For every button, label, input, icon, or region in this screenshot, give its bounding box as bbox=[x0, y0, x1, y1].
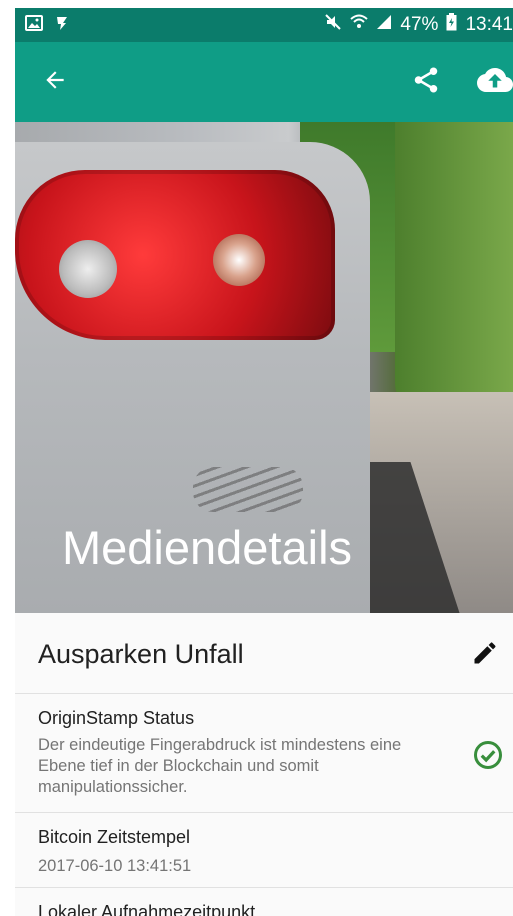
detail-value: 2017-06-10 13:41:51 bbox=[38, 857, 192, 875]
detail-label: Bitcoin Zeitstempel bbox=[38, 827, 191, 847]
detail-bitcoin-timestamp: Bitcoin Zeitstempel 2017-06-10 13:41:51 bbox=[15, 813, 513, 888]
mute-icon bbox=[324, 13, 342, 37]
edit-name-button[interactable] bbox=[467, 637, 503, 673]
detail-label: OriginStamp Status bbox=[38, 708, 195, 728]
media-name-row: Ausparken Unfall bbox=[15, 613, 513, 694]
signal-icon bbox=[376, 14, 392, 36]
app-frame: 47% 13:41 Mediendetails Ausparken Unfall… bbox=[15, 8, 513, 916]
battery-percent: 47% bbox=[400, 14, 439, 35]
image-icon bbox=[25, 15, 43, 36]
check-circle-icon bbox=[473, 740, 503, 770]
detail-label: Lokaler Aufnahmezeitpunkt bbox=[38, 902, 256, 916]
notification-icon bbox=[55, 15, 69, 36]
upload-button[interactable] bbox=[475, 62, 513, 102]
media-name: Ausparken Unfall bbox=[38, 639, 244, 669]
page-title: Mediendetails bbox=[62, 521, 353, 574]
cloud-upload-icon bbox=[477, 66, 513, 99]
back-button[interactable] bbox=[35, 62, 75, 102]
app-bar bbox=[15, 42, 513, 122]
share-icon bbox=[411, 65, 441, 100]
wifi-icon bbox=[350, 14, 369, 36]
status-bar: 47% 13:41 bbox=[15, 8, 513, 42]
detail-local-capture-time: Lokaler Aufnahmezeitpunkt bbox=[15, 888, 513, 916]
clock-time: 13:41 bbox=[465, 14, 513, 35]
back-arrow-icon bbox=[42, 67, 68, 98]
share-button[interactable] bbox=[406, 62, 446, 102]
pencil-icon bbox=[471, 639, 499, 672]
media-preview-image: Mediendetails bbox=[15, 122, 513, 613]
detail-originstamp-status: OriginStamp Status Der eindeutige Finger… bbox=[15, 694, 513, 813]
detail-value: Der eindeutige Fingerabdruck ist mindest… bbox=[38, 736, 402, 796]
battery-icon bbox=[446, 13, 457, 37]
